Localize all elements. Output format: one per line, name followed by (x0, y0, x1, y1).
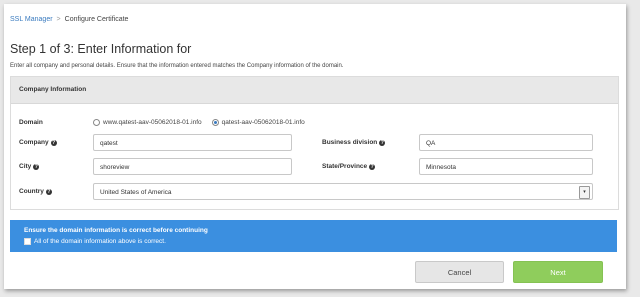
domain-label-text: Domain (19, 119, 43, 126)
page-subtitle: Enter all company and personal details. … (10, 63, 344, 69)
state-province-label-text: State/Province (322, 163, 368, 170)
country-select[interactable]: United States of America ▾ (93, 183, 593, 200)
company-label-text: Company (19, 139, 49, 146)
radio-unchecked-icon[interactable] (93, 119, 100, 126)
city-input[interactable]: shoreview (93, 158, 292, 175)
breadcrumb-separator: > (56, 16, 61, 23)
domain-radio-group: www.qatest-aav-05062018-01.info qatest-a… (93, 119, 305, 126)
help-icon[interactable]: ? (33, 163, 40, 170)
domain-confirmation-notice: Ensure the domain information is correct… (10, 220, 617, 252)
company-input[interactable]: qatest (93, 134, 292, 151)
help-icon[interactable]: ? (45, 188, 52, 195)
city-label: City ? (19, 163, 40, 170)
company-label: Company ? (19, 139, 57, 146)
breadcrumb: SSL Manager > Configure Certificate (10, 16, 128, 23)
notice-title: Ensure the domain information is correct… (24, 227, 208, 234)
configure-certificate-window: SSL Manager > Configure Certificate Step… (4, 4, 626, 289)
company-information-panel: Company Information Domain www.qatest-aa… (10, 76, 619, 210)
domain-option-www-label: www.qatest-aav-05062018-01.info (103, 119, 202, 126)
domain-option-root[interactable]: qatest-aav-05062018-01.info (211, 119, 305, 126)
next-button[interactable]: Next (513, 261, 603, 283)
state-province-label: State/Province ? (322, 163, 376, 170)
help-icon[interactable]: ? (369, 163, 376, 170)
business-division-label: Business division ? (322, 139, 386, 146)
confirm-domain-checkbox[interactable] (24, 238, 31, 245)
confirm-domain-checkbox-row[interactable]: All of the domain information above is c… (24, 238, 166, 245)
breadcrumb-current: Configure Certificate (64, 16, 129, 23)
confirm-domain-checkbox-label: All of the domain information above is c… (34, 238, 166, 245)
domain-option-root-label: qatest-aav-05062018-01.info (221, 119, 305, 126)
help-icon[interactable]: ? (379, 139, 386, 146)
breadcrumb-ssl-manager-link[interactable]: SSL Manager (10, 16, 53, 23)
radio-checked-icon[interactable] (211, 119, 219, 126)
help-icon[interactable]: ? (50, 139, 57, 146)
cancel-button[interactable]: Cancel (415, 261, 504, 283)
country-label: Country ? (19, 188, 52, 195)
page-title: Step 1 of 3: Enter Information for (10, 42, 192, 56)
panel-title: Company Information (11, 77, 618, 104)
business-division-label-text: Business division (322, 139, 378, 146)
state-province-input[interactable]: Minnesota (419, 158, 593, 175)
domain-label: Domain (19, 119, 43, 126)
business-division-input[interactable]: QA (419, 134, 593, 151)
city-label-text: City (19, 163, 32, 170)
chevron-down-icon[interactable]: ▾ (579, 186, 590, 199)
country-label-text: Country (19, 188, 44, 195)
domain-option-www[interactable]: www.qatest-aav-05062018-01.info (93, 119, 202, 126)
country-select-value: United States of America (100, 189, 172, 196)
